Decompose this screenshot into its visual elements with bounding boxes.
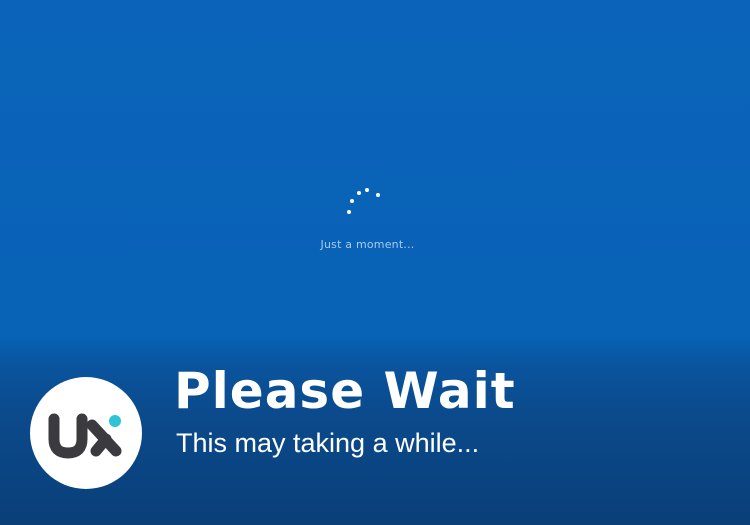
page-subtitle: This may taking a while... xyxy=(176,428,480,458)
loading-spinner-icon xyxy=(347,188,380,214)
loading-message: Just a moment... xyxy=(320,238,415,251)
page-title: Please Wait xyxy=(174,362,516,420)
ux-logo-badge xyxy=(30,377,142,489)
ux-logo-icon xyxy=(48,413,122,459)
